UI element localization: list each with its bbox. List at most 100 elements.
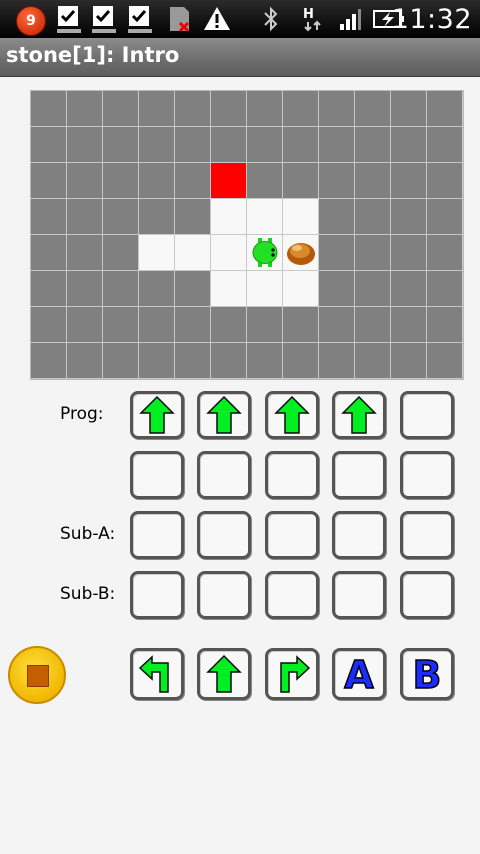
board-cell-wall — [427, 127, 463, 163]
sub-a-letter-icon: A — [344, 654, 376, 694]
board-cell-wall — [319, 127, 355, 163]
program-slot-empty[interactable] — [332, 451, 386, 499]
board-cell-wall — [31, 235, 67, 271]
row-label: Sub-A: — [60, 524, 116, 544]
board-cell-wall — [211, 307, 247, 343]
program-slot-forward[interactable] — [130, 391, 184, 439]
board-cell-wall — [319, 91, 355, 127]
board-cell-wall — [67, 91, 103, 127]
board-cell-wall — [67, 163, 103, 199]
program-slot-forward[interactable] — [332, 391, 386, 439]
board-cell-wall — [67, 271, 103, 307]
palette-call-a-button[interactable]: A — [332, 648, 386, 700]
board-cell-wall — [283, 163, 319, 199]
board-cell-wall — [391, 271, 427, 307]
board-cell-floor — [247, 235, 283, 271]
palette-turn-left-button[interactable] — [130, 648, 184, 700]
board-cell-wall — [139, 343, 175, 379]
board-cell-floor — [139, 235, 175, 271]
download-complete-icon — [57, 6, 81, 33]
stop-button[interactable] — [8, 646, 66, 704]
program-slot-empty[interactable] — [400, 511, 454, 559]
board-cell-wall — [31, 163, 67, 199]
notification-badge[interactable]: 9 — [16, 6, 46, 36]
program-slot-empty[interactable] — [332, 571, 386, 619]
board-cell-wall — [355, 343, 391, 379]
signal-strength-icon — [340, 9, 361, 30]
board-cell-wall — [31, 271, 67, 307]
board-cell-wall — [67, 307, 103, 343]
board-cell-wall — [427, 91, 463, 127]
palette-forward-button[interactable] — [197, 648, 251, 700]
svg-text:A: A — [344, 654, 374, 694]
board-cell-wall — [103, 127, 139, 163]
program-slot-empty[interactable] — [265, 451, 319, 499]
board-cell-wall — [391, 343, 427, 379]
board-cell-wall — [247, 163, 283, 199]
board-cell-wall — [103, 163, 139, 199]
program-slot-empty[interactable] — [265, 571, 319, 619]
board-cell-wall — [67, 235, 103, 271]
turn-left-arrow-icon — [138, 655, 169, 693]
board-cell-wall — [211, 91, 247, 127]
board-cell-wall — [283, 91, 319, 127]
program-slot-empty[interactable] — [130, 571, 184, 619]
download-complete-icon — [92, 6, 116, 33]
hspa-data-icon: H — [303, 7, 321, 32]
board-cell-wall — [139, 199, 175, 235]
palette-call-b-button[interactable]: B — [400, 648, 454, 700]
board-cell-wall — [247, 343, 283, 379]
board-cell-wall — [319, 199, 355, 235]
clock: 11:32 — [391, 4, 472, 35]
board-cell-wall — [283, 343, 319, 379]
board-cell-wall — [427, 199, 463, 235]
program-slot-empty[interactable] — [130, 451, 184, 499]
stop-icon — [27, 665, 49, 687]
program-slot-empty[interactable] — [400, 391, 454, 439]
palette-turn-right-button[interactable] — [265, 648, 319, 700]
program-slot-empty[interactable] — [400, 571, 454, 619]
board-cell-wall — [175, 163, 211, 199]
board-cell-wall — [391, 91, 427, 127]
board-cell-wall — [427, 307, 463, 343]
board-cell-wall — [31, 199, 67, 235]
title-bar: stone[1]: Intro — [0, 38, 480, 77]
board-cell-floor — [211, 235, 247, 271]
program-slot-empty[interactable] — [197, 451, 251, 499]
board-cell-wall — [247, 307, 283, 343]
forward-arrow-icon — [274, 395, 310, 434]
turn-right-arrow-icon — [280, 655, 311, 693]
board-cell-wall — [175, 271, 211, 307]
board-cell-wall — [139, 307, 175, 343]
program-slot-empty[interactable] — [400, 451, 454, 499]
program-slot-forward[interactable] — [197, 391, 251, 439]
board-cell-wall — [319, 235, 355, 271]
status-bar: 9 H 11:32 — [0, 0, 480, 38]
forward-arrow-icon — [341, 395, 377, 434]
board-cell-wall — [319, 343, 355, 379]
board-cell-wall — [31, 343, 67, 379]
board-cell-wall — [283, 127, 319, 163]
board-cell-wall — [211, 343, 247, 379]
game-board[interactable] — [30, 90, 464, 380]
program-slot-empty[interactable] — [265, 511, 319, 559]
svg-text:H: H — [303, 7, 314, 22]
forward-arrow-icon — [206, 395, 242, 434]
board-cell-wall — [103, 235, 139, 271]
stone-icon — [287, 243, 315, 265]
program-slot-empty[interactable] — [197, 511, 251, 559]
row-label: Sub-B: — [60, 584, 116, 604]
board-cell-floor — [283, 271, 319, 307]
board-cell-wall — [175, 307, 211, 343]
board-cell-wall — [391, 127, 427, 163]
board-cell-wall — [427, 235, 463, 271]
board-cell-wall — [355, 307, 391, 343]
board-cell-floor — [283, 235, 319, 271]
program-slot-empty[interactable] — [332, 511, 386, 559]
program-slot-empty[interactable] — [197, 571, 251, 619]
board-cell-wall — [67, 127, 103, 163]
board-cell-wall — [103, 271, 139, 307]
forward-arrow-icon — [139, 395, 175, 434]
program-slot-forward[interactable] — [265, 391, 319, 439]
program-slot-empty[interactable] — [130, 511, 184, 559]
